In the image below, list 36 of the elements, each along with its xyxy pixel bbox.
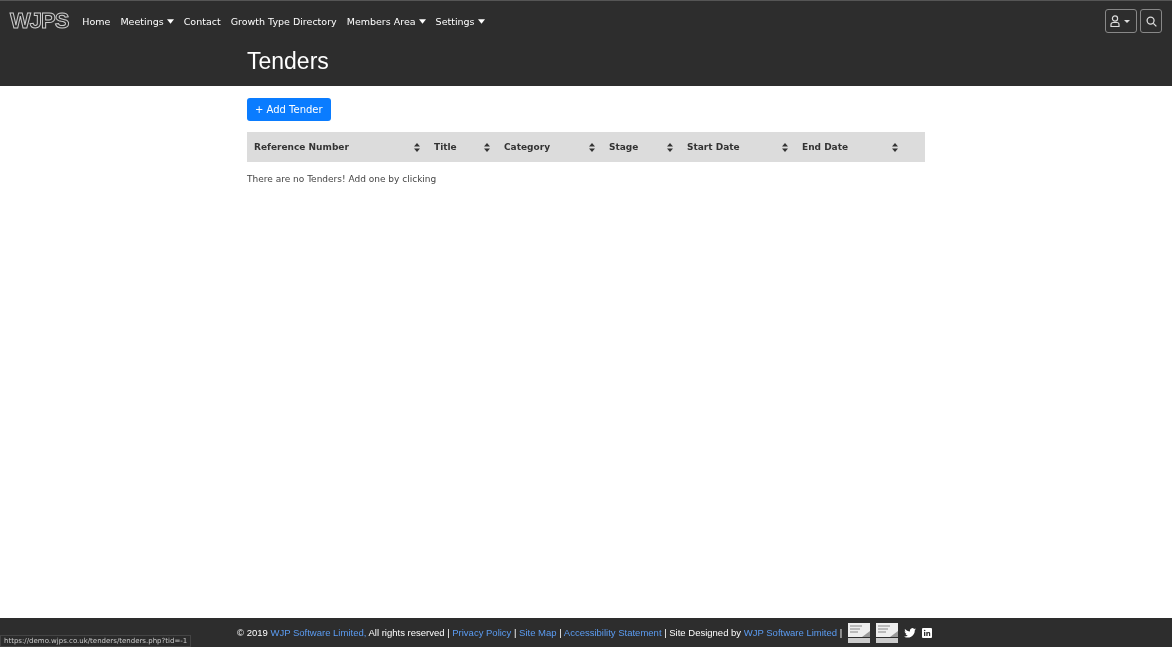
page-title: Tenders xyxy=(247,48,330,75)
user-menu-button[interactable] xyxy=(1105,9,1137,33)
nav-link[interactable]: Home xyxy=(82,15,111,27)
footer-link[interactable]: Privacy Policy xyxy=(452,627,512,638)
linkedin-icon[interactable] xyxy=(922,627,933,638)
certification-badge-icon xyxy=(876,622,899,643)
certification-badge-icon xyxy=(848,622,871,643)
sort-icon[interactable] xyxy=(484,142,490,152)
empty-message: There are no Tenders! Add one by clicking xyxy=(247,174,438,184)
nav-link[interactable]: Growth Type Directory xyxy=(230,15,337,27)
search-icon xyxy=(1145,15,1157,27)
column-header[interactable]: Category xyxy=(504,142,550,152)
footer-link[interactable]: Accessibility Statement xyxy=(563,627,662,638)
sort-icon[interactable] xyxy=(414,142,420,152)
add-tender-button[interactable]: + Add Tender xyxy=(247,98,331,121)
footer-link[interactable]: WJP Software Limited xyxy=(743,627,838,638)
nav-link[interactable]: Settings xyxy=(435,15,485,27)
sort-icon[interactable] xyxy=(589,142,595,152)
logo[interactable]: WJPS xyxy=(10,8,69,34)
sort-icon[interactable] xyxy=(782,142,788,152)
bird-icon[interactable] xyxy=(904,627,917,638)
footer-text: © 2019 WJP Software Limited, All rights reserved | Privacy Policy | Site Map | Accessibility Statement | Site Designed by WJP Software Limited | xyxy=(237,627,843,638)
sort-icon[interactable] xyxy=(892,142,898,152)
column-header[interactable]: Reference Number xyxy=(254,142,349,152)
nav-link[interactable]: Contact xyxy=(183,15,221,27)
column-header[interactable]: Stage xyxy=(609,142,639,152)
column-header[interactable]: End Date xyxy=(802,142,849,152)
user-icon xyxy=(1110,15,1132,27)
nav-link[interactable]: Members Area xyxy=(346,15,426,27)
footer-link[interactable]: WJP Software Limited, xyxy=(270,627,367,638)
nav-link[interactable]: Meetings xyxy=(120,15,174,27)
search-button[interactable] xyxy=(1140,9,1162,33)
column-header[interactable]: Start Date xyxy=(687,142,740,152)
sort-icon[interactable] xyxy=(667,142,673,152)
column-header[interactable]: Title xyxy=(434,142,457,152)
footer-link[interactable]: Site Map xyxy=(519,627,557,638)
